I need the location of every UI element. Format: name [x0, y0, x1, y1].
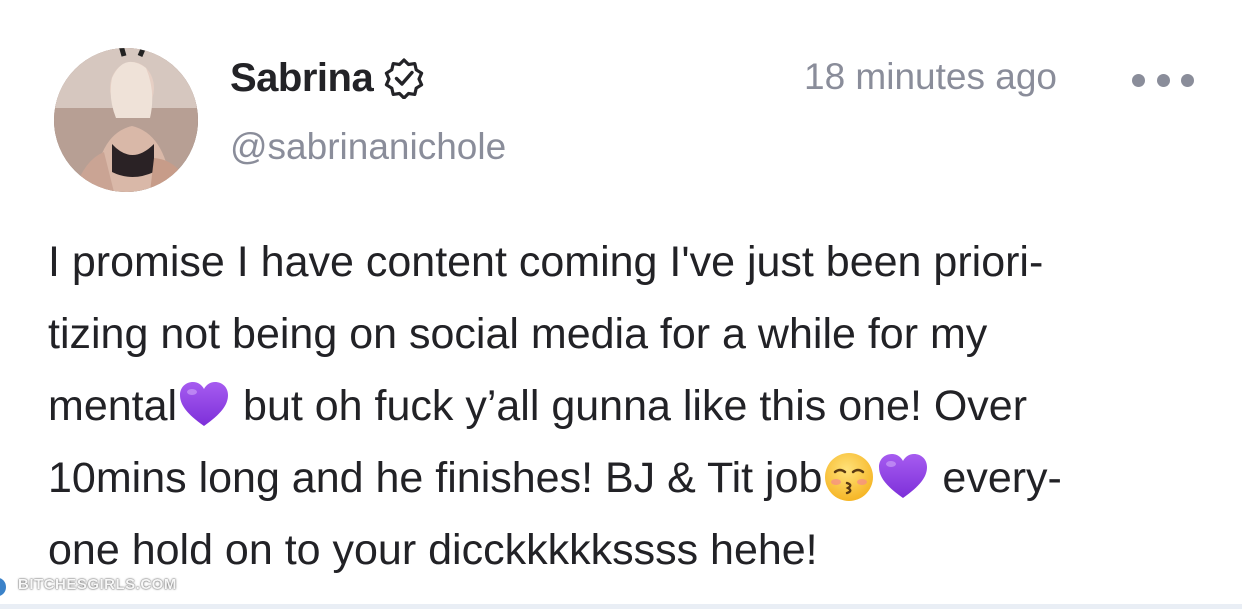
author-name[interactable]: Sabrina	[230, 56, 374, 101]
author-handle[interactable]: @sabrinanichole	[230, 126, 506, 168]
more-dot-icon	[1132, 73, 1145, 87]
avatar-image	[54, 48, 198, 192]
post-text-line: mental but oh fuck y’all gunna like this…	[48, 370, 1208, 442]
post-text-line: I promise I have content coming I've jus…	[48, 238, 1044, 286]
post-text-line: 10mins long and he finishes! BJ & Tit jo…	[48, 442, 1208, 514]
kissing-face-closed-eyes-icon	[822, 450, 876, 504]
divider	[0, 604, 1242, 609]
post-text-line: one hold on to your dicckkkkkssss hehe!	[48, 526, 818, 574]
watermark: BITCHESGIRLS.COM	[18, 576, 177, 593]
more-dot-icon	[1156, 73, 1170, 87]
post-card: Sabrina @sabrinanichole 18 minutes ago I…	[0, 0, 1242, 609]
post-timestamp[interactable]: 18 minutes ago	[804, 56, 1057, 98]
author-row: Sabrina	[230, 52, 425, 104]
more-dot-icon	[1181, 73, 1194, 87]
verified-badge-icon	[383, 57, 425, 100]
purple-heart-icon	[876, 450, 930, 504]
post-text: I promise I have content coming I've jus…	[48, 226, 1208, 586]
post-text-line: tizing not being on social media for a w…	[48, 310, 988, 358]
avatar[interactable]	[54, 48, 198, 192]
edge-circle-icon	[0, 578, 6, 596]
purple-heart-icon	[177, 378, 231, 432]
more-options-button[interactable]	[1132, 62, 1194, 98]
